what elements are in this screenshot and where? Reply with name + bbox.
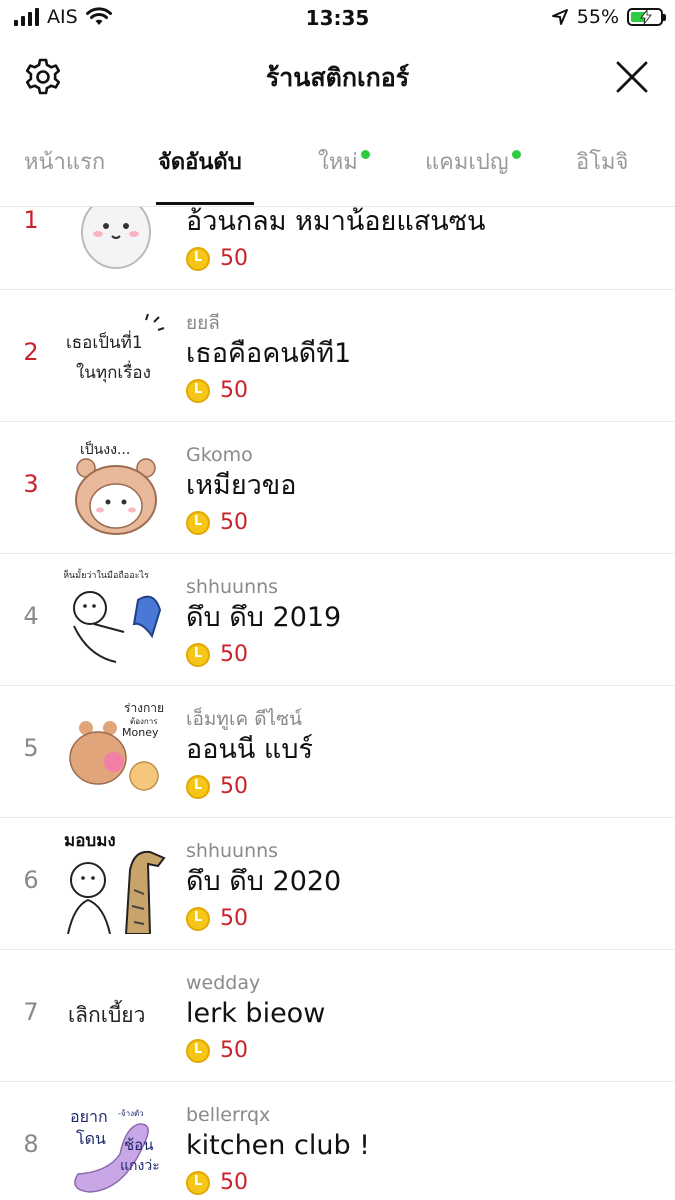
- line-coin-icon: [186, 1170, 210, 1195]
- list-item[interactable]: 2 เธอเป็นที่1 ในทุกเรื่อง ยยลี เธอคือคนด…: [0, 290, 675, 422]
- sticker-name: เธอคือคนดีที1: [186, 338, 352, 369]
- line-coin-icon: [186, 906, 210, 931]
- status-bar: AIS 13:35 55%: [0, 0, 675, 38]
- tab-campaign[interactable]: แคมเปญ: [425, 144, 521, 179]
- tab-ranking[interactable]: จัดอันดับ: [158, 144, 242, 179]
- close-icon[interactable]: [613, 58, 651, 96]
- svg-text:ช้อน: ช้อน: [124, 1136, 153, 1154]
- sticker-name: เหมียวขอ: [186, 470, 297, 501]
- svg-text:อยาก: อยาก: [70, 1107, 108, 1126]
- sticker-author: bellerrqx: [186, 1104, 271, 1126]
- rank-number: 8: [23, 1130, 39, 1158]
- sticker-author: เอ็มทูเค ดีไซน์: [186, 708, 302, 730]
- rank-number: 7: [23, 998, 39, 1026]
- sticker-thumbnail: [81, 207, 151, 269]
- sticker-price: 50: [220, 246, 248, 271]
- new-badge-dot: [360, 150, 370, 159]
- rank-number: 5: [23, 734, 39, 762]
- svg-text:เป็นงง...: เป็นงง...: [80, 440, 130, 458]
- sticker-thumbnail: อยาก -จ้างตัว โดน ช้อน แกงว่ะ: [70, 1107, 160, 1193]
- list-item[interactable]: 6 มอบมง shhuunns ดึบ ดึบ 2020 50: [0, 818, 675, 950]
- sticker-thumbnail: มอบมง: [64, 831, 166, 934]
- line-coin-icon: [186, 1038, 210, 1063]
- tab-emoji[interactable]: อิโมจิ: [576, 144, 628, 179]
- list-item[interactable]: 5 ร่างกาย ต้องการ Money เอ็มทูเค ดีไซน์ …: [0, 686, 675, 818]
- sticker-thumbnail: เลิกเบี้ยว: [68, 1000, 145, 1027]
- location-arrow-icon: [551, 9, 568, 25]
- svg-text:เธอเป็นที่1: เธอเป็นที่1: [66, 330, 143, 353]
- sticker-name: lerk bieow: [186, 998, 326, 1029]
- sticker-price: 50: [220, 642, 248, 667]
- list-item[interactable]: 3 เป็นงง... Gkomo เหมียวขอ 50: [0, 422, 675, 554]
- sticker-thumbnail: ร่างกาย ต้องการ Money: [69, 701, 164, 791]
- ranking-list[interactable]: 1 อ้วนกลม หมาน้อยแสนซน 50 2 เธอเป็นที่1 …: [0, 207, 675, 1200]
- list-item[interactable]: 1 อ้วนกลม หมาน้อยแสนซน 50: [0, 207, 675, 290]
- line-coin-icon: [186, 246, 210, 271]
- sticker-price: 50: [220, 378, 248, 403]
- tab-new[interactable]: ใหม่: [318, 144, 370, 179]
- rank-number: 1: [23, 207, 39, 234]
- battery-percent: 55%: [576, 6, 619, 28]
- sticker-price: 50: [220, 774, 248, 799]
- svg-text:Money: Money: [122, 726, 159, 739]
- sticker-thumbnail: เธอเป็นที่1 ในทุกเรื่อง: [66, 313, 165, 383]
- sticker-author: shhuunns: [186, 840, 279, 862]
- svg-text:ในทุกเรื่อง: ในทุกเรื่อง: [76, 360, 151, 383]
- list-item[interactable]: 8 อยาก -จ้างตัว โดน ช้อน แกงว่ะ bellerrq…: [0, 1082, 675, 1200]
- rank-number: 3: [23, 470, 39, 498]
- svg-text:ต้องการ: ต้องการ: [130, 717, 158, 726]
- rank-number: 6: [23, 866, 39, 894]
- rank-number: 4: [23, 602, 39, 630]
- app-header: ร้านสติกเกอร์: [0, 38, 675, 118]
- sticker-author: ยยลี: [186, 312, 220, 334]
- list-item[interactable]: 4 เห็นมั้ยว่าในมือถืออะไร shhuunns ดึบ ด…: [0, 554, 675, 686]
- svg-text:ร่างกาย: ร่างกาย: [124, 701, 164, 715]
- svg-text:เลิกเบี้ยว: เลิกเบี้ยว: [68, 1000, 145, 1027]
- svg-text:โดน: โดน: [76, 1129, 106, 1148]
- sticker-name: kitchen club !: [186, 1130, 370, 1161]
- line-coin-icon: [186, 774, 210, 799]
- battery-icon: [627, 8, 666, 26]
- tab-home[interactable]: หน้าแรก: [24, 144, 105, 179]
- svg-text:แกงว่ะ: แกงว่ะ: [120, 1158, 160, 1174]
- sticker-thumbnail: เป็นงง...: [75, 440, 157, 535]
- new-badge-dot: [511, 150, 521, 159]
- svg-text:เห็นมั้ยว่าในมือถืออะไร: เห็นมั้ยว่าในมือถืออะไร: [64, 568, 149, 581]
- rank-number: 2: [23, 338, 39, 366]
- sticker-price: 50: [220, 906, 248, 931]
- svg-text:มอบมง: มอบมง: [64, 831, 116, 851]
- sticker-name: อ้วนกลม หมาน้อยแสนซน: [186, 207, 486, 237]
- sticker-author: shhuunns: [186, 576, 279, 598]
- sticker-price: 50: [220, 1038, 248, 1063]
- svg-text:-จ้างตัว: -จ้างตัว: [118, 1109, 144, 1118]
- active-tab-indicator: [156, 202, 254, 205]
- tab-bar: หน้าแรก จัดอันดับ ใหม่ แคมเปญ อิโมจิ: [0, 130, 675, 207]
- sticker-price: 50: [220, 1170, 248, 1195]
- sticker-author: wedday: [186, 972, 261, 994]
- line-coin-icon: [186, 642, 210, 667]
- line-coin-icon: [186, 510, 210, 535]
- sticker-name: ดึบ ดึบ 2019: [186, 602, 342, 633]
- sticker-name: ดึบ ดึบ 2020: [186, 866, 342, 897]
- sticker-name: ออนนี แบร์: [186, 734, 313, 765]
- sticker-author: Gkomo: [186, 444, 253, 466]
- sticker-price: 50: [220, 510, 248, 535]
- list-item[interactable]: 7 เลิกเบี้ยว wedday lerk bieow 50: [0, 950, 675, 1082]
- line-coin-icon: [186, 378, 210, 403]
- page-title: ร้านสติกเกอร์: [265, 63, 410, 92]
- sticker-thumbnail: เห็นมั้ยว่าในมือถืออะไร: [64, 568, 162, 663]
- status-right: 55%: [551, 6, 666, 28]
